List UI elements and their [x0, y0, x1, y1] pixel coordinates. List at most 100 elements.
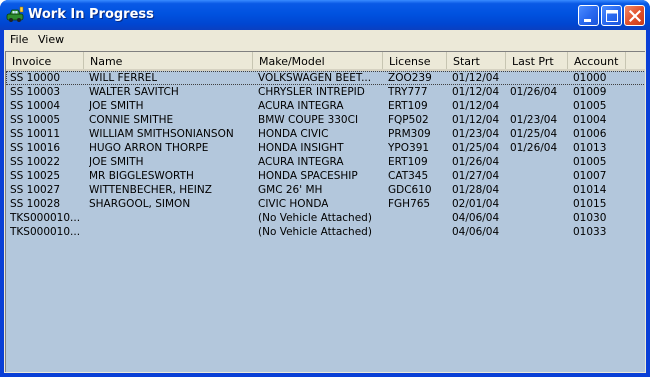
cell-last-prt: 01/25/04 [510, 128, 558, 140]
table-row[interactable]: TKS000010... (No Vehicle Attached) 04/06/0… [6, 225, 645, 239]
close-button[interactable] [624, 5, 645, 26]
cell-name: CONNIE SMITHE [89, 114, 174, 126]
cell-account: 01013 [573, 142, 607, 154]
cell-license: GDC610 [388, 184, 432, 196]
table-row[interactable]: SS 10028 SHARGOOL, SIMON CIVIC HONDA FGH765… [6, 197, 645, 211]
cell-start: 02/01/04 [452, 198, 500, 210]
cell-make-model: ACURA INTEGRA [258, 156, 344, 168]
cell-last-prt: 01/26/04 [510, 86, 558, 98]
cell-invoice: SS 10011 [10, 128, 61, 140]
cell-account: 01015 [573, 198, 607, 210]
table-row[interactable]: SS 10025 MR BIGGLESWORTH HONDA SPACESHIP CA… [6, 169, 645, 183]
cell-name: WITTENBECHER, HEINZ [89, 184, 212, 196]
cell-start: 04/06/04 [452, 212, 500, 224]
menu-bar: File View [4, 30, 646, 50]
cell-license: ERT109 [388, 156, 428, 168]
cell-account: 01004 [573, 114, 607, 126]
cell-make-model: VOLKSWAGEN BEET... [258, 72, 372, 84]
cell-make-model: ACURA INTEGRA [258, 100, 344, 112]
cell-account: 01000 [573, 72, 607, 84]
maximize-icon [606, 10, 618, 22]
work-in-progress-list[interactable]: Invoice Name Make/Model License Start La… [5, 51, 645, 372]
cell-account: 01005 [573, 156, 607, 168]
cell-name: JOE SMITH [89, 156, 144, 168]
cell-make-model: CIVIC HONDA [258, 198, 329, 210]
table-row[interactable]: SS 10027 WITTENBECHER, HEINZ GMC 26' MH GDC… [6, 183, 645, 197]
table-row[interactable]: SS 10016 HUGO ARRON THORPE HONDA INSIGHT YP… [6, 141, 645, 155]
cell-name: HUGO ARRON THORPE [89, 142, 209, 154]
table-row[interactable]: TKS000010... (No Vehicle Attached) 04/06/0… [6, 211, 645, 225]
column-header-last-prt[interactable]: Last Prt [506, 52, 568, 69]
title-bar[interactable]: Work In Progress [0, 0, 650, 30]
cell-license: FGH765 [388, 198, 431, 210]
cell-make-model: GMC 26' MH [258, 184, 323, 196]
column-header-start[interactable]: Start [447, 52, 506, 69]
cell-last-prt: 01/23/04 [510, 114, 558, 126]
cell-invoice: SS 10000 [10, 72, 61, 84]
cell-start: 01/26/04 [452, 156, 500, 168]
cell-license: PRM309 [388, 128, 431, 140]
table-row[interactable]: SS 10004 JOE SMITH ACURA INTEGRA ERT109 01/1… [6, 99, 645, 113]
cell-start: 01/23/04 [452, 128, 500, 140]
cell-name: WILL FERREL [89, 72, 158, 84]
cell-license: ERT109 [388, 100, 428, 112]
cell-account: 01009 [573, 86, 607, 98]
minimize-button[interactable] [578, 5, 599, 26]
cell-start: 01/27/04 [452, 170, 500, 182]
cell-license: TRY777 [388, 86, 428, 98]
menu-view[interactable]: View [38, 33, 64, 46]
cell-make-model: HONDA SPACESHIP [258, 170, 358, 182]
cell-name: JOE SMITH [89, 100, 144, 112]
cell-license: FQP502 [388, 114, 429, 126]
cell-name: WILLIAM SMITHSONIANSON [89, 128, 234, 140]
cell-start: 01/12/04 [452, 72, 500, 84]
column-header-make-model[interactable]: Make/Model [253, 52, 383, 69]
cell-start: 01/25/04 [452, 142, 500, 154]
list-header: Invoice Name Make/Model License Start La… [6, 52, 645, 71]
menu-file[interactable]: File [10, 33, 28, 46]
cell-start: 01/28/04 [452, 184, 500, 196]
cell-make-model: CHRYSLER INTREPID [258, 86, 365, 98]
table-row[interactable]: SS 10005 CONNIE SMITHE BMW COUPE 330CI FQP5… [6, 113, 645, 127]
maximize-button[interactable] [601, 5, 622, 26]
cell-start: 01/12/04 [452, 114, 500, 126]
cell-account: 01030 [573, 212, 607, 224]
cell-start: 04/06/04 [452, 226, 500, 238]
column-header-license[interactable]: License [383, 52, 447, 69]
table-row[interactable]: SS 10011 WILLIAM SMITHSONIANSON HONDA CIVI… [6, 127, 645, 141]
cell-name: SHARGOOL, SIMON [89, 198, 191, 210]
cell-invoice: SS 10027 [10, 184, 61, 196]
cell-license: CAT345 [388, 170, 429, 182]
car-app-icon[interactable] [6, 6, 24, 24]
cell-make-model: HONDA CIVIC [258, 128, 329, 140]
cell-invoice: SS 10003 [10, 86, 61, 98]
cell-invoice: SS 10005 [10, 114, 61, 126]
cell-start: 01/12/04 [452, 100, 500, 112]
cell-invoice: SS 10004 [10, 100, 61, 112]
table-row[interactable]: SS 10000 WILL FERREL VOLKSWAGEN BEET... ZOO… [6, 71, 645, 85]
window-title: Work In Progress [28, 7, 154, 22]
table-row[interactable]: SS 10003 WALTER SAVITCH CHRYSLER INTREPID T… [6, 85, 645, 99]
cell-account: 01007 [573, 170, 607, 182]
cell-account: 01033 [573, 226, 607, 238]
cell-license: YPO391 [388, 142, 430, 154]
cell-invoice: SS 10025 [10, 170, 61, 182]
cell-invoice: TKS000010... [10, 226, 81, 238]
column-header-invoice[interactable]: Invoice [6, 52, 84, 69]
cell-invoice: SS 10028 [10, 198, 61, 210]
cell-make-model: (No Vehicle Attached) [258, 212, 372, 224]
cell-name: WALTER SAVITCH [89, 86, 179, 98]
column-header-name[interactable]: Name [84, 52, 253, 69]
cell-make-model: HONDA INSIGHT [258, 142, 344, 154]
window-client-area: File View Invoice Name Make/Model Licens… [4, 30, 646, 373]
cell-start: 01/12/04 [452, 86, 500, 98]
cell-invoice: TKS000010... [10, 212, 81, 224]
table-row[interactable]: SS 10022 JOE SMITH ACURA INTEGRA ERT109 01/2… [6, 155, 645, 169]
cell-invoice: SS 10016 [10, 142, 61, 154]
work-in-progress-window: Work In Progress File View Invoice Name … [0, 0, 650, 377]
cell-last-prt: 01/26/04 [510, 142, 558, 154]
column-header-account[interactable]: Account [568, 52, 626, 69]
cell-account: 01005 [573, 100, 607, 112]
cell-make-model: BMW COUPE 330CI [258, 114, 359, 126]
cell-license: ZOO239 [388, 72, 432, 84]
